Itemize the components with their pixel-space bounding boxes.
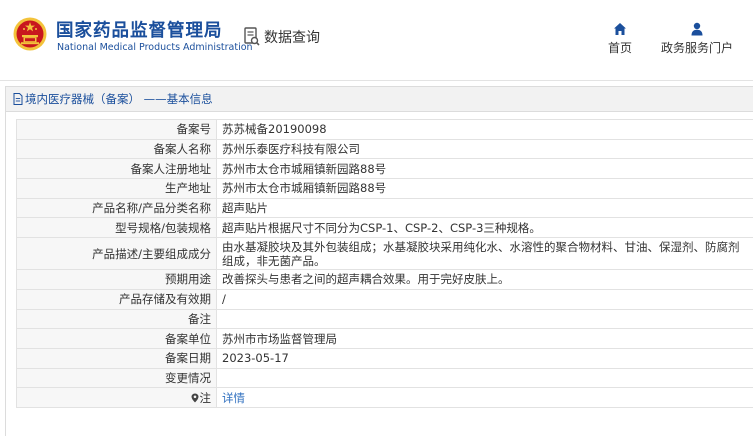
table-row: 型号规格/包装规格 超声贴片根据尺寸不同分为CSP-1、CSP-2、CSP-3三…	[16, 217, 753, 239]
location-pin-icon	[191, 393, 198, 403]
field-value: 超声贴片根据尺寸不同分为CSP-1、CSP-2、CSP-3三种规格。	[216, 217, 753, 239]
site-header: 国家药品监督管理局 National Medical Products Admi…	[0, 0, 753, 80]
user-icon	[691, 22, 703, 36]
field-label: 变更情况	[16, 367, 217, 389]
basic-info-panel: 境内医疗器械（备案） ——基本信息 备案号 苏苏械备20190098 备案人名称…	[5, 86, 753, 436]
table-row: 备案人名称 苏州乐泰医疗科技有限公司	[16, 138, 753, 160]
field-value: 苏苏械备20190098	[216, 119, 753, 140]
field-value: 苏州市太仓市城厢镇新园路88号	[216, 158, 753, 180]
table-row: 备注	[16, 308, 753, 330]
note-value-cell: 详情	[216, 387, 753, 408]
details-link[interactable]: 详情	[222, 391, 245, 405]
field-value	[216, 367, 753, 389]
field-label: 备案人注册地址	[16, 158, 217, 180]
field-value: 苏州市太仓市城厢镇新园路88号	[216, 178, 753, 199]
field-value: 苏州乐泰医疗科技有限公司	[216, 138, 753, 160]
field-label: 预期用途	[16, 269, 217, 290]
field-value: 超声贴片	[216, 197, 753, 219]
field-value: /	[216, 288, 753, 310]
field-value: 由水基凝胶块及其外包装组成；水基凝胶块采用纯化水、水溶性的聚合物材料、甘油、保湿…	[216, 237, 753, 271]
table-row: 备案号 苏苏械备20190098	[16, 119, 753, 140]
panel-title: 境内医疗器械（备案） ——基本信息	[25, 92, 213, 106]
field-value: 苏州市市场监督管理局	[216, 328, 753, 349]
field-label: 备案单位	[16, 328, 217, 349]
national-emblem-icon	[13, 17, 47, 51]
note-label-cell: 注	[16, 387, 217, 408]
org-name-en: National Medical Products Administration	[57, 42, 253, 53]
org-name-cn: 国家药品监督管理局	[56, 21, 223, 41]
data-query-link[interactable]: 数据查询	[244, 26, 320, 48]
field-label: 备案人名称	[16, 138, 217, 160]
field-value: 改善探头与患者之间的超声耦合效果。用于完好皮肤上。	[216, 269, 753, 290]
field-label: 型号规格/包装规格	[16, 217, 217, 239]
field-value: 2023-05-17	[216, 347, 753, 369]
field-label: 备注	[16, 308, 217, 330]
table-row: 备案日期 2023-05-17	[16, 347, 753, 369]
panel-header: 境内医疗器械（备案） ——基本信息	[6, 87, 753, 112]
field-value	[216, 308, 753, 330]
table-row: 产品存储及有效期 /	[16, 288, 753, 310]
document-icon	[13, 93, 23, 105]
note-label: 注	[199, 390, 212, 405]
table-row: 注 详情	[16, 387, 753, 408]
field-label: 产品名称/产品分类名称	[16, 197, 217, 219]
table-row: 备案人注册地址 苏州市太仓市城厢镇新园路88号	[16, 158, 753, 180]
field-label: 生产地址	[16, 178, 217, 199]
data-query-label: 数据查询	[264, 30, 320, 46]
nav-home[interactable]: 首页	[604, 22, 636, 56]
table-row: 产品描述/主要组成成分 由水基凝胶块及其外包装组成；水基凝胶块采用纯化水、水溶性…	[16, 237, 753, 271]
table-row: 备案单位 苏州市市场监督管理局	[16, 328, 753, 349]
field-label: 产品存储及有效期	[16, 288, 217, 310]
table-row: 预期用途 改善探头与患者之间的超声耦合效果。用于完好皮肤上。	[16, 269, 753, 290]
nav-gov-portal[interactable]: 政务服务门户	[656, 22, 738, 56]
nav-gov-portal-label: 政务服务门户	[660, 41, 733, 55]
table-row: 产品名称/产品分类名称 超声贴片	[16, 197, 753, 219]
table-row: 变更情况	[16, 367, 753, 389]
record-table: 备案号 苏苏械备20190098 备案人名称 苏州乐泰医疗科技有限公司 备案人注…	[16, 119, 753, 408]
header-divider	[0, 80, 753, 81]
field-label: 备案号	[16, 119, 217, 140]
field-label: 备案日期	[16, 347, 217, 369]
document-search-icon	[244, 27, 260, 46]
nav-home-label: 首页	[607, 41, 632, 55]
table-row: 生产地址 苏州市太仓市城厢镇新园路88号	[16, 178, 753, 199]
field-label: 产品描述/主要组成成分	[16, 237, 217, 271]
home-icon	[614, 23, 626, 35]
